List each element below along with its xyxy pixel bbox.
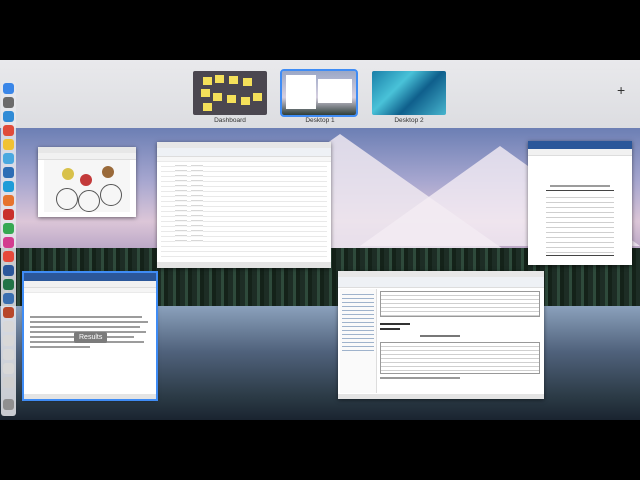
- bottom-bar: [0, 420, 640, 480]
- window-spss-output-viewer[interactable]: [338, 271, 544, 399]
- spaces-bar: Dashboard Desktop 1 Desktop 2 +: [0, 60, 640, 128]
- space-label-dashboard: Dashboard: [214, 117, 246, 124]
- app-icon[interactable]: [3, 237, 14, 248]
- space-dashboard-thumbnail[interactable]: [193, 71, 267, 115]
- cyclists-image: [44, 160, 130, 212]
- spss-grid[interactable]: [161, 162, 327, 260]
- window-cyclists-image[interactable]: [38, 147, 136, 217]
- space-desktop-1-thumbnail[interactable]: [280, 69, 358, 117]
- output-content: [380, 291, 540, 391]
- chrome-icon[interactable]: [3, 139, 14, 150]
- app-icon[interactable]: [3, 223, 14, 234]
- document-icon[interactable]: [3, 349, 14, 360]
- app-icon[interactable]: [3, 209, 14, 220]
- powerpoint-icon[interactable]: [3, 307, 14, 318]
- messages-icon[interactable]: [3, 153, 14, 164]
- window-title-tooltip: Results: [74, 332, 108, 343]
- safari-icon[interactable]: [3, 111, 14, 122]
- calendar-icon[interactable]: [3, 125, 14, 136]
- trash-icon[interactable]: [3, 399, 14, 410]
- dropbox-icon[interactable]: [3, 181, 14, 192]
- finder-icon[interactable]: [3, 83, 14, 94]
- add-space-button[interactable]: +: [617, 82, 625, 98]
- launchpad-icon[interactable]: [3, 97, 14, 108]
- word-icon[interactable]: [3, 265, 14, 276]
- screen: Dashboard Desktop 1 Desktop 2 + Results: [0, 0, 640, 480]
- document-icon[interactable]: [3, 363, 14, 374]
- document-icon[interactable]: [3, 335, 14, 346]
- window-word-results-document[interactable]: Results: [22, 271, 158, 401]
- space-label-desktop-1: Desktop 1: [305, 117, 335, 124]
- output-navigator-tree[interactable]: [340, 289, 377, 393]
- spss-status-bar: [157, 262, 331, 268]
- window-spss-data-editor[interactable]: [157, 142, 331, 268]
- excel-icon[interactable]: [3, 279, 14, 290]
- dock: [1, 80, 16, 416]
- app-icon[interactable]: [3, 251, 14, 262]
- app-icon[interactable]: [3, 195, 14, 206]
- skype-icon[interactable]: [3, 167, 14, 178]
- space-label-desktop-2: Desktop 2: [394, 117, 424, 124]
- app-icon[interactable]: [3, 293, 14, 304]
- space-desktop-2-thumbnail[interactable]: [372, 71, 446, 115]
- folder-icon[interactable]: [3, 377, 14, 388]
- document-icon[interactable]: [3, 321, 14, 332]
- window-word-table-document[interactable]: [528, 141, 632, 265]
